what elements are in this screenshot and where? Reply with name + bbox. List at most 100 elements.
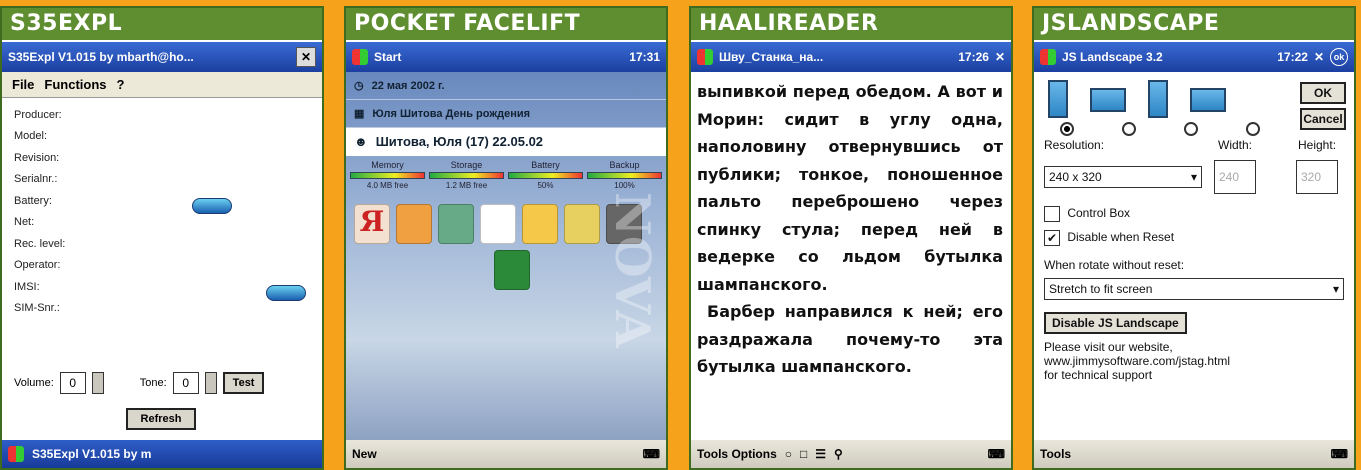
- circle-icon[interactable]: ○: [785, 447, 792, 461]
- resolution-label: Resolution:: [1044, 138, 1105, 152]
- field-producer: Producer:: [14, 108, 62, 121]
- control-box-checkbox[interactable]: [1044, 206, 1060, 222]
- radio-portrait-flipped[interactable]: [1184, 122, 1198, 136]
- panel-s35expl: S35EXPL S35Expl V1.015 by mbarth@ho... ✕…: [0, 6, 324, 470]
- volume-input[interactable]: 0: [59, 372, 86, 394]
- battery-indicator: [192, 198, 232, 214]
- close-icon[interactable]: ✕: [1314, 50, 1324, 64]
- disable-reset-checkbox[interactable]: ✔: [1044, 230, 1060, 246]
- portrait-device-icon[interactable]: [1048, 80, 1068, 118]
- contact-icon: ☻: [354, 134, 368, 149]
- square-icon[interactable]: □: [800, 447, 807, 461]
- new-button[interactable]: New: [352, 447, 635, 461]
- window-title: JS Landscape 3.2: [1062, 50, 1163, 64]
- ok-icon[interactable]: ok: [1330, 48, 1348, 66]
- date-text: 22 мая 2002 г.: [371, 79, 445, 92]
- radio-landscape-left[interactable]: [1122, 122, 1136, 136]
- command-bar: Tools ⌨: [1034, 440, 1354, 468]
- binoculars-icon[interactable]: ⚲: [834, 447, 843, 461]
- toolbar-menu[interactable]: Tools Options: [697, 447, 777, 461]
- meter-bar: [508, 172, 583, 179]
- height-input[interactable]: 320: [1296, 160, 1338, 194]
- list-icon[interactable]: ☰: [815, 447, 826, 461]
- start-flag-icon[interactable]: [8, 446, 24, 462]
- width-label: Width:: [1218, 138, 1253, 152]
- test-button[interactable]: Test: [222, 372, 265, 394]
- close-icon[interactable]: ✕: [995, 50, 1005, 64]
- start-flag-icon[interactable]: [1040, 49, 1056, 65]
- landscape-left-device-icon[interactable]: [1090, 88, 1126, 112]
- meter-sub: 4.0 MB free: [366, 181, 409, 190]
- meter-sub: 1.2 MB free: [445, 181, 488, 190]
- panel-title: JSLANDSCAPE: [1034, 8, 1354, 40]
- keyboard-icon[interactable]: ⌨: [988, 447, 1005, 461]
- start-flag-icon[interactable]: [352, 49, 368, 65]
- meter-storage: Storage 1.2 MB free: [429, 160, 504, 190]
- menu-functions[interactable]: Functions: [44, 77, 106, 92]
- panel-title: HAALIREADER: [691, 8, 1011, 40]
- date-row[interactable]: ◷ 22 мая 2002 г.: [346, 72, 666, 100]
- clock: 17:22: [1277, 50, 1308, 64]
- keyboard-icon[interactable]: ⌨: [1331, 447, 1348, 461]
- field-revision: Revision:: [14, 151, 60, 164]
- yandex-icon[interactable]: Я: [354, 204, 390, 244]
- tools-menu[interactable]: Tools: [1040, 447, 1323, 461]
- volume-label: Volume:: [14, 377, 54, 389]
- width-input[interactable]: 240: [1214, 160, 1256, 194]
- rotate-select[interactable]: Stretch to fit screen ▾: [1044, 278, 1344, 300]
- refresh-button[interactable]: Refresh: [126, 408, 196, 430]
- contact-row[interactable]: ☻ Шитова, Юля (17) 22.05.02: [346, 128, 666, 156]
- meter-label: Backup: [609, 160, 640, 170]
- landscape-right-device-icon[interactable]: [1190, 88, 1226, 112]
- clock: 17:26: [958, 50, 989, 64]
- window-title: Шву_Станка_на...: [719, 50, 824, 64]
- field-battery: Battery:: [14, 194, 52, 207]
- menu-help[interactable]: ?: [117, 77, 125, 92]
- disable-reset-label: Disable when Reset: [1067, 230, 1175, 245]
- tone-label: Tone:: [139, 377, 167, 389]
- solitaire-icon[interactable]: [494, 250, 530, 290]
- control-box-option[interactable]: Control Box: [1044, 206, 1130, 222]
- menu-file[interactable]: File: [12, 77, 34, 92]
- portrait-flipped-device-icon[interactable]: [1148, 80, 1168, 118]
- start-bar: Start 17:31: [346, 42, 666, 72]
- event-row[interactable]: ▦ Юля Шитова День рождения: [346, 100, 666, 128]
- s35expl-screen: S35Expl V1.015 by mbarth@ho... ✕ File Fu…: [2, 42, 322, 468]
- turtle-icon[interactable]: [438, 204, 474, 244]
- website-line-3: for technical support: [1044, 368, 1153, 382]
- website-link[interactable]: www.jimmysoftware.com/jstag.html: [1044, 354, 1230, 368]
- disable-js-button[interactable]: Disable JS Landscape: [1044, 312, 1187, 334]
- reader-text: выпивкой перед обедом. А вот и Морин: си…: [691, 72, 1011, 381]
- radio-portrait[interactable]: [1060, 122, 1074, 136]
- clock: 17:31: [629, 50, 660, 64]
- panel-title: S35EXPL: [2, 8, 322, 40]
- disable-reset-option[interactable]: ✔ Disable when Reset: [1044, 230, 1174, 246]
- folder-icon[interactable]: [522, 204, 558, 244]
- keyboard-icon[interactable]: ⌨: [643, 447, 660, 461]
- ok-button[interactable]: OK: [1300, 82, 1346, 104]
- contact-text: Шитова, Юля (17) 22.05.02: [375, 134, 544, 149]
- document-icon[interactable]: [480, 204, 516, 244]
- meter-label: Memory: [371, 160, 404, 170]
- notes-icon[interactable]: [396, 204, 432, 244]
- website-info: Please visit our website, www.jimmysoftw…: [1044, 340, 1230, 382]
- control-box-label: Control Box: [1067, 206, 1131, 221]
- meter-bar: [429, 172, 504, 179]
- search-icon[interactable]: [564, 204, 600, 244]
- height-label: Height:: [1298, 138, 1337, 152]
- tone-input[interactable]: 0: [172, 372, 199, 394]
- volume-spinner[interactable]: [91, 372, 104, 394]
- field-serialnr: Serialnr.:: [14, 173, 58, 186]
- cancel-button[interactable]: Cancel: [1300, 108, 1346, 130]
- paragraph-1: выпивкой перед обедом. А вот и Морин: си…: [697, 82, 1003, 294]
- start-flag-icon[interactable]: [697, 49, 713, 65]
- tone-spinner[interactable]: [204, 372, 217, 394]
- meter-battery: Battery 50%: [508, 160, 583, 190]
- resolution-select[interactable]: 240 x 320 ▾: [1044, 166, 1202, 188]
- start-label[interactable]: Start: [374, 50, 623, 64]
- meter-label: Battery: [531, 160, 560, 170]
- website-line-1: Please visit our website,: [1044, 340, 1173, 354]
- radio-landscape-right[interactable]: [1246, 122, 1260, 136]
- window-titlebar: Шву_Станка_на... 17:26 ✕: [691, 42, 1011, 72]
- close-icon[interactable]: ✕: [296, 47, 316, 67]
